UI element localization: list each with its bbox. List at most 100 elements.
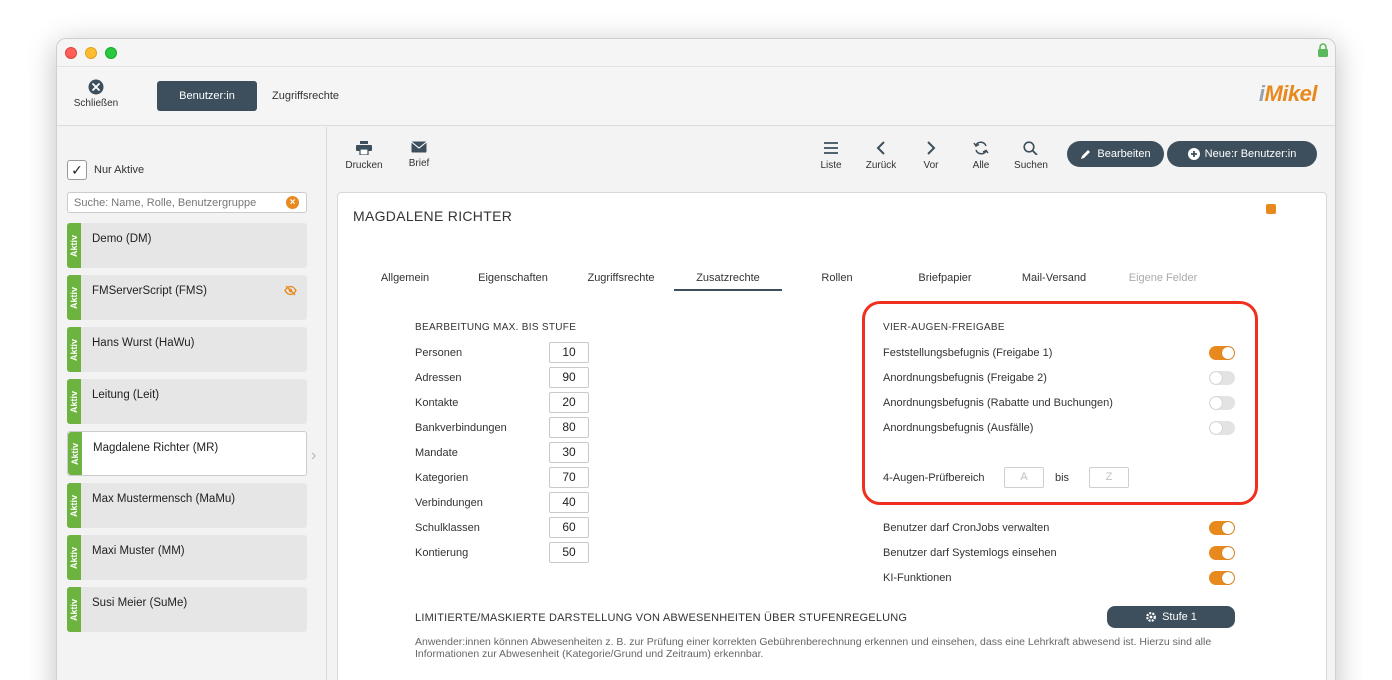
- edit-button[interactable]: Bearbeiten: [1067, 141, 1164, 167]
- close-window-button[interactable]: [65, 47, 77, 59]
- clear-search-icon[interactable]: ×: [286, 196, 299, 209]
- list-item[interactable]: Aktiv Leitung (Leit): [67, 379, 307, 424]
- list-item[interactable]: Aktiv Demo (DM): [67, 223, 307, 268]
- tab-letterhead[interactable]: Briefpapier: [891, 271, 999, 291]
- toggle-cronjobs[interactable]: [1209, 521, 1235, 535]
- status-badge: Aktiv: [67, 223, 81, 268]
- close-circle-icon: [88, 79, 104, 95]
- user-search: ×: [67, 192, 307, 213]
- tab-user[interactable]: Benutzer:in: [157, 81, 257, 111]
- chevron-right-icon: ›: [311, 447, 317, 464]
- refresh-icon: [973, 141, 989, 155]
- user-name: Magdalene Richter (MR): [93, 442, 219, 454]
- user-name: Leitung (Leit): [92, 389, 160, 401]
- back-button[interactable]: Zurück: [856, 141, 906, 171]
- envelope-icon: [411, 141, 427, 153]
- list-button[interactable]: Liste: [806, 141, 856, 171]
- note-icon[interactable]: [1266, 204, 1276, 214]
- close-button[interactable]: Schließen: [71, 79, 121, 109]
- list-item[interactable]: Aktiv FMServerScript (FMS): [67, 275, 307, 320]
- only-active-label: Nur Aktive: [94, 164, 145, 176]
- user-sidebar: ✓ Nur Aktive × Aktiv Demo (DM) Aktiv FMS…: [57, 127, 327, 680]
- toggle-ai-functions[interactable]: [1209, 571, 1235, 585]
- absence-description: Anwender:innen können Abwesenheiten z. B…: [415, 636, 1212, 660]
- chevron-left-icon: [876, 141, 885, 155]
- title-bar: [57, 39, 1335, 67]
- tab-mail-dispatch[interactable]: Mail-Versand: [1000, 271, 1108, 291]
- right-label: KI-Funktionen: [883, 572, 952, 584]
- tab-properties[interactable]: Eigenschaften: [459, 271, 567, 291]
- level-label: Schulklassen: [415, 522, 480, 534]
- right-label: Benutzer darf Systemlogs einsehen: [883, 547, 1057, 559]
- tab-access-rights[interactable]: Zugriffsrechte: [567, 271, 675, 291]
- level-input-schulklassen[interactable]: 60: [549, 517, 589, 538]
- letter-button[interactable]: Brief: [394, 141, 444, 169]
- user-name: Demo (DM): [92, 233, 152, 245]
- tab-general[interactable]: Allgemein: [351, 271, 459, 291]
- tab-additional-rights[interactable]: Zusatzrechte: [674, 271, 782, 291]
- tab-roles[interactable]: Rollen: [783, 271, 891, 291]
- level-button[interactable]: Stufe 1: [1107, 606, 1235, 628]
- top-navigation: Schließen Benutzer:in Zugriffsrechte iMi…: [57, 67, 1335, 126]
- main-content: Drucken Brief Liste Zurück Vor Alle Such…: [328, 127, 1335, 680]
- list-item[interactable]: Aktiv Hans Wurst (HaWu): [67, 327, 307, 372]
- level-input-kategorien[interactable]: 70: [549, 467, 589, 488]
- toggle-systemlogs[interactable]: [1209, 546, 1235, 560]
- zoom-window-button[interactable]: [105, 47, 117, 59]
- chevron-right-icon: [927, 141, 936, 155]
- forward-button[interactable]: Vor: [906, 141, 956, 171]
- level-label: Personen: [415, 347, 463, 359]
- record-panel: MAGDALENE RICHTER Allgemein Eigenschafte…: [337, 192, 1327, 680]
- level-input-personen[interactable]: 10: [549, 342, 589, 363]
- status-badge: Aktiv: [67, 327, 81, 372]
- status-badge: Aktiv: [67, 587, 81, 632]
- level-label: Adressen: [415, 372, 462, 384]
- list-item[interactable]: Aktiv Maxi Muster (MM): [67, 535, 307, 580]
- search-button[interactable]: Suchen: [1006, 141, 1056, 171]
- user-search-input[interactable]: [68, 193, 273, 213]
- level-input-mandate[interactable]: 30: [549, 442, 589, 463]
- level-label: Bankverbindungen: [415, 422, 507, 434]
- status-badge: Aktiv: [67, 275, 81, 320]
- highlight-frame: [862, 301, 1258, 505]
- tab-custom-fields: Eigene Felder: [1128, 272, 1198, 284]
- search-icon: [1023, 141, 1038, 155]
- status-badge: Aktiv: [67, 483, 81, 528]
- status-badge: Aktiv: [67, 535, 81, 580]
- list-item[interactable]: Aktiv Max Mustermensch (MaMu): [67, 483, 307, 528]
- printer-icon: [356, 141, 372, 155]
- user-name: Maxi Muster (MM): [92, 545, 185, 557]
- status-badge: Aktiv: [68, 432, 82, 475]
- level-input-bankverbindungen[interactable]: 80: [549, 417, 589, 438]
- level-input-kontakte[interactable]: 20: [549, 392, 589, 413]
- level-label: Mandate: [415, 447, 458, 459]
- status-badge: Aktiv: [67, 379, 81, 424]
- gear-icon: [1146, 612, 1156, 622]
- all-button[interactable]: Alle: [956, 141, 1006, 171]
- imikel-logo: iMikel: [1258, 81, 1318, 106]
- tab-access-rights[interactable]: Zugriffsrechte: [272, 81, 339, 111]
- plus-circle-icon: [1187, 148, 1200, 160]
- user-name: Hans Wurst (HaWu): [92, 337, 195, 349]
- lock-icon: [1318, 43, 1328, 57]
- user-name: Max Mustermensch (MaMu): [92, 493, 236, 505]
- levels-header: BEARBEITUNG MAX. BIS STUFE: [415, 322, 577, 333]
- minimize-window-button[interactable]: [85, 47, 97, 59]
- level-label: Kategorien: [415, 472, 469, 484]
- print-button[interactable]: Drucken: [339, 141, 389, 171]
- level-label: Kontierung: [415, 547, 469, 559]
- level-input-verbindungen[interactable]: 40: [549, 492, 589, 513]
- level-input-adressen[interactable]: 90: [549, 367, 589, 388]
- page-title: MAGDALENE RICHTER: [353, 208, 513, 224]
- only-active-checkbox[interactable]: ✓: [67, 160, 87, 180]
- close-label: Schließen: [73, 98, 119, 109]
- absence-header: LIMITIERTE/MASKIERTE DARSTELLUNG VON ABW…: [415, 612, 908, 624]
- list-item[interactable]: Aktiv Susi Meier (SuMe): [67, 587, 307, 632]
- only-active-filter[interactable]: ✓ Nur Aktive: [67, 160, 144, 180]
- right-label: Benutzer darf CronJobs verwalten: [883, 522, 1050, 534]
- list-item-selected[interactable]: Aktiv Magdalene Richter (MR): [67, 431, 307, 476]
- app-window: Schließen Benutzer:in Zugriffsrechte iMi…: [56, 38, 1336, 680]
- level-input-kontierung[interactable]: 50: [549, 542, 589, 563]
- new-user-button[interactable]: Neue:r Benutzer:in: [1167, 141, 1317, 167]
- level-label: Verbindungen: [415, 497, 483, 509]
